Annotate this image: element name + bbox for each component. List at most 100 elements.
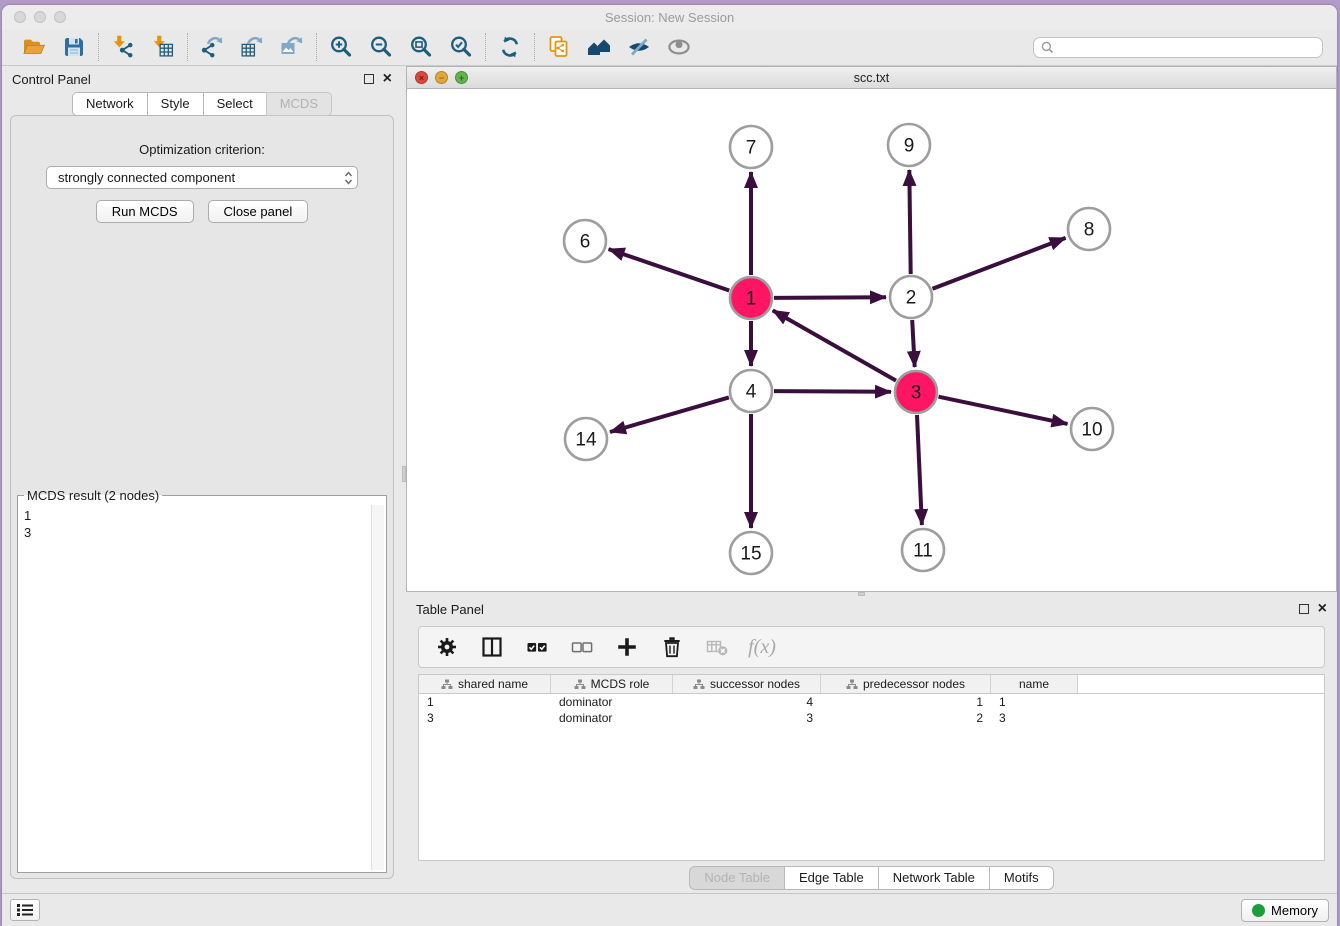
zoom-selected-icon[interactable] xyxy=(449,35,473,59)
minimize-window-button[interactable] xyxy=(34,11,46,23)
graph-node-8[interactable]: 8 xyxy=(1068,208,1110,250)
zoom-window-button[interactable] xyxy=(54,11,66,23)
zoom-fit-icon[interactable] xyxy=(409,35,433,59)
graph-node-14[interactable]: 14 xyxy=(565,418,607,460)
tab-network-table[interactable]: Network Table xyxy=(878,866,989,890)
export-network-icon[interactable] xyxy=(200,35,224,59)
column-header-shared-name[interactable]: shared name xyxy=(419,675,551,693)
right-column: × − + scc.txt 7968124314101511 Table Pan… xyxy=(406,66,1337,893)
duplicate-network-icon[interactable] xyxy=(547,35,571,59)
cell-shared-name[interactable]: 3 xyxy=(419,710,551,726)
tab-motifs[interactable]: Motifs xyxy=(989,866,1054,890)
export-image-icon[interactable] xyxy=(280,35,304,59)
tab-mcds[interactable]: MCDS xyxy=(266,92,332,116)
graph-edge-4-3[interactable] xyxy=(774,391,891,392)
select-all-columns-icon[interactable] xyxy=(524,634,550,660)
float-panel-icon[interactable] xyxy=(364,74,374,84)
cell-name[interactable]: 1 xyxy=(991,694,1078,710)
table-row[interactable]: 3dominator323 xyxy=(419,710,1324,726)
show-panels-icon[interactable] xyxy=(667,35,691,59)
cell-predecessor-nodes[interactable]: 2 xyxy=(821,710,991,726)
refresh-icon[interactable] xyxy=(498,35,522,59)
column-header-predecessor-nodes[interactable]: predecessor nodes xyxy=(821,675,991,693)
export-table-icon[interactable] xyxy=(240,35,264,59)
zoom-out-icon[interactable] xyxy=(369,35,393,59)
memory-status-icon xyxy=(1252,904,1265,917)
graph-node-7[interactable]: 7 xyxy=(730,126,772,168)
column-header-name[interactable]: name xyxy=(991,675,1078,693)
tab-node-table[interactable]: Node Table xyxy=(689,866,784,890)
graph-edge-3-10[interactable] xyxy=(939,397,1068,424)
zoom-in-icon[interactable] xyxy=(329,35,353,59)
graph-edge-1-2[interactable] xyxy=(774,297,886,298)
tab-edge-table[interactable]: Edge Table xyxy=(784,866,878,890)
graph-node-3[interactable]: 3 xyxy=(895,371,937,413)
vertical-splitter[interactable] xyxy=(402,66,406,893)
network-canvas[interactable]: 7 9 6 8 1 2 4 3 14 10 15 11 xyxy=(407,89,1336,591)
cell-name[interactable]: 3 xyxy=(991,710,1078,726)
search-icon xyxy=(1040,40,1054,54)
network-maximize-button[interactable]: + xyxy=(455,71,468,84)
float-panel-icon[interactable] xyxy=(1299,604,1309,614)
network-minimize-button[interactable]: − xyxy=(435,71,448,84)
graph-edge-2-3[interactable] xyxy=(912,320,915,367)
search-input[interactable] xyxy=(1058,40,1316,54)
cell-MCDS-role[interactable]: dominator xyxy=(551,694,673,710)
import-table-icon[interactable] xyxy=(151,35,175,59)
create-column-icon[interactable] xyxy=(614,634,640,660)
tab-select[interactable]: Select xyxy=(203,92,266,116)
close-panel-icon[interactable]: × xyxy=(1318,604,1327,614)
column-header-successor-nodes[interactable]: successor nodes xyxy=(673,675,821,693)
close-panel-button[interactable]: Close panel xyxy=(208,200,309,223)
search-box[interactable] xyxy=(1033,37,1323,58)
memory-button[interactable]: Memory xyxy=(1241,899,1329,922)
graph-node-10[interactable]: 10 xyxy=(1071,408,1113,450)
cell-MCDS-role[interactable]: dominator xyxy=(551,710,673,726)
close-window-button[interactable] xyxy=(14,11,26,23)
delete-table-icon[interactable] xyxy=(704,634,730,660)
cell-predecessor-nodes[interactable]: 1 xyxy=(821,694,991,710)
graph-edge-2-8[interactable] xyxy=(933,238,1066,289)
mcds-result-list[interactable]: 1 3 xyxy=(20,505,370,870)
delete-columns-icon[interactable] xyxy=(659,634,685,660)
svg-text:4: 4 xyxy=(746,382,757,403)
graph-edge-1-6[interactable] xyxy=(609,249,730,290)
tab-network[interactable]: Network xyxy=(72,92,147,116)
open-session-icon[interactable] xyxy=(22,35,46,59)
close-panel-icon[interactable]: × xyxy=(383,74,392,84)
home-icon[interactable] xyxy=(587,35,611,59)
save-session-icon[interactable] xyxy=(62,35,86,59)
cell-successor-nodes[interactable]: 4 xyxy=(673,694,821,710)
run-mcds-button[interactable]: Run MCDS xyxy=(96,200,194,223)
network-close-button[interactable]: × xyxy=(415,71,428,84)
graph-edge-2-9[interactable] xyxy=(909,170,910,274)
show-columns-icon[interactable] xyxy=(479,634,505,660)
result-scrollbar[interactable] xyxy=(371,505,384,870)
criterion-select[interactable]: strongly connected component xyxy=(46,166,358,189)
hide-panels-icon[interactable] xyxy=(627,35,651,59)
graph-node-6[interactable]: 6 xyxy=(564,220,606,262)
graph-node-1[interactable]: 1 xyxy=(730,277,772,319)
graph-node-15[interactable]: 15 xyxy=(730,532,772,574)
graph-node-9[interactable]: 9 xyxy=(888,124,930,166)
svg-text:10: 10 xyxy=(1081,420,1102,441)
splitter-grip[interactable] xyxy=(858,592,865,596)
splitter-grip[interactable] xyxy=(402,466,406,482)
import-network-icon[interactable] xyxy=(111,35,135,59)
cell-successor-nodes[interactable]: 3 xyxy=(673,710,821,726)
tab-style[interactable]: Style xyxy=(147,92,203,116)
table-row[interactable]: 1dominator411 xyxy=(419,694,1324,710)
graph-edge-4-14[interactable] xyxy=(610,397,729,432)
graph-edge-3-1[interactable] xyxy=(773,310,896,380)
graph-edge-3-11[interactable] xyxy=(917,415,922,525)
cell-shared-name[interactable]: 1 xyxy=(419,694,551,710)
graph-node-2[interactable]: 2 xyxy=(890,276,932,318)
graph-node-11[interactable]: 11 xyxy=(902,529,944,571)
horizontal-splitter[interactable] xyxy=(406,592,1337,596)
graph-node-4[interactable]: 4 xyxy=(730,370,772,412)
unselect-all-columns-icon[interactable] xyxy=(569,634,595,660)
task-history-button[interactable] xyxy=(10,899,40,921)
function-builder-icon[interactable]: f(x) xyxy=(749,634,775,660)
settings-icon[interactable] xyxy=(434,634,460,660)
column-header-MCDS-role[interactable]: MCDS role xyxy=(551,675,673,693)
